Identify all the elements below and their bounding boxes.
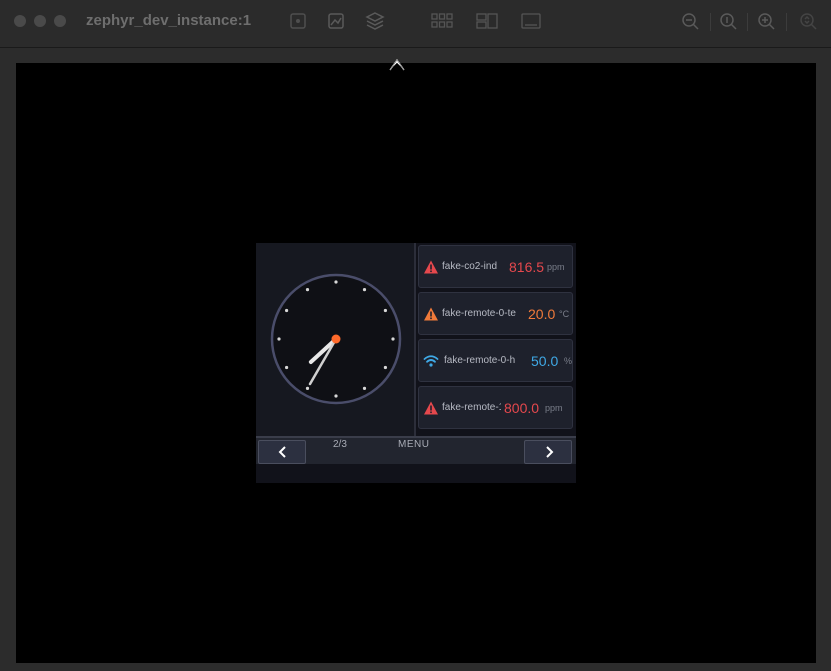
- chevron-right-icon: [546, 446, 554, 458]
- wifi-icon: [423, 353, 439, 369]
- clock-tick: [305, 386, 310, 390]
- warning-icon: [423, 400, 439, 416]
- sensor-name: fake-co2-ind: [442, 261, 498, 272]
- device-nav-bar: 2/3 MENU: [256, 436, 576, 464]
- panel-divider: [414, 243, 416, 436]
- sensor-name: fake-remote-0-te: [442, 308, 516, 319]
- clock-tick: [334, 280, 338, 284]
- clock-tick: [362, 386, 367, 390]
- clock-panel: [256, 243, 414, 436]
- sensor-value: 816.5: [509, 259, 545, 275]
- mouse-cursor-icon: [389, 56, 405, 72]
- zoom-fit-icon[interactable]: [798, 11, 820, 31]
- minimize-window-button[interactable]: [34, 15, 46, 27]
- zoom-window-button[interactable]: [54, 15, 66, 27]
- record-icon[interactable]: [287, 11, 309, 31]
- sensor-name: fake-remote-1-co2: [442, 402, 501, 413]
- sensor-unit: ppm: [547, 262, 565, 272]
- bottom-panel-icon[interactable]: [520, 11, 542, 31]
- clock-tick: [285, 308, 289, 313]
- clock-tick: [362, 288, 367, 292]
- screenshot-icon[interactable]: [325, 11, 347, 31]
- chevron-left-icon: [278, 446, 286, 458]
- sensor-unit: %: [564, 356, 573, 366]
- sensor-card-co2[interactable]: fake-co2-ind 816.5 ppm: [418, 245, 573, 288]
- zoom-out-icon[interactable]: [680, 11, 702, 31]
- split-view-icon[interactable]: [476, 11, 498, 31]
- sensor-value: 20.0: [528, 306, 556, 322]
- next-page-button[interactable]: [524, 440, 572, 464]
- clock-tick: [383, 365, 387, 370]
- analog-clock: [270, 273, 402, 405]
- clock-tick: [391, 337, 395, 341]
- zoom-in-icon[interactable]: [756, 11, 778, 31]
- clock-tick: [277, 337, 281, 341]
- title-bar: zephyr_dev_instance:1: [0, 0, 831, 48]
- warning-icon: [423, 306, 439, 322]
- clock-tick: [285, 365, 289, 370]
- sensor-unit: °C: [559, 309, 570, 319]
- sensor-unit: ppm: [545, 403, 563, 413]
- device-screen: fake-co2-ind 816.5 ppm fake-remote-0-te …: [256, 243, 576, 483]
- prev-page-button[interactable]: [258, 440, 306, 464]
- window-title: zephyr_dev_instance:1: [86, 12, 252, 29]
- sensor-value: 800.0: [504, 400, 540, 416]
- clock-tick: [334, 394, 338, 398]
- zoom-actual-icon[interactable]: [718, 11, 740, 31]
- grid-icon[interactable]: [431, 11, 453, 31]
- menu-button[interactable]: MENU: [398, 439, 429, 450]
- device-bottom-strip: [256, 464, 576, 483]
- warning-icon: [423, 259, 439, 275]
- sensor-card-temperature[interactable]: fake-remote-0-te 20.0 °C: [418, 292, 573, 335]
- close-window-button[interactable]: [14, 15, 26, 27]
- sensor-card-remote-co2[interactable]: fake-remote-1-co2 800.0 ppm: [418, 386, 573, 429]
- clock-center-dot: [331, 334, 341, 344]
- toolbar-separator: [710, 13, 711, 31]
- sensor-value: 50.0: [531, 353, 559, 369]
- sensor-name: fake-remote-0-h: [444, 355, 516, 366]
- clock-tick: [305, 288, 310, 292]
- sensor-card-humidity[interactable]: fake-remote-0-h 50.0 %: [418, 339, 573, 382]
- toolbar-separator: [747, 13, 748, 31]
- layers-icon[interactable]: [364, 11, 386, 31]
- page-indicator: 2/3: [333, 439, 347, 450]
- clock-tick: [383, 308, 387, 313]
- toolbar-separator: [786, 13, 787, 31]
